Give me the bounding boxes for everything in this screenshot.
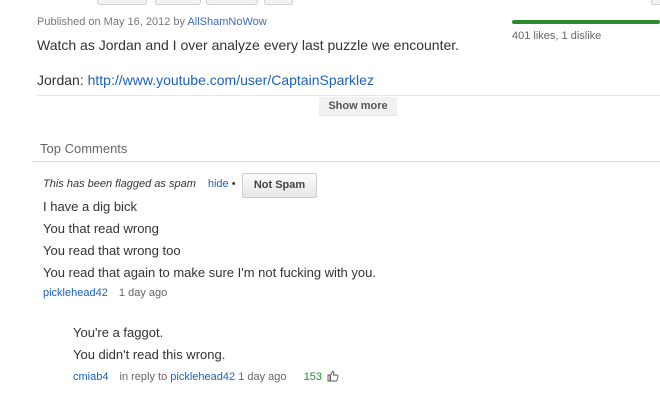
comment-line: You that read wrong xyxy=(43,221,159,236)
reply-author-link[interactable]: cmiab4 xyxy=(73,371,108,383)
comment-meta: picklehead42 1 day ago xyxy=(43,287,167,299)
description-line: Watch as Jordan and I over analyze every… xyxy=(37,37,460,53)
spam-flag-text: This has been flagged as spam xyxy=(43,178,196,190)
published-date: Published on May 16, 2012 by xyxy=(37,16,185,28)
toolbar-button-edge[interactable] xyxy=(651,0,660,5)
likes-ratio-bar xyxy=(512,20,660,24)
description-link[interactable]: http://www.youtube.com/user/CaptainSpark… xyxy=(88,72,374,88)
top-comments-heading: Top Comments xyxy=(40,141,128,156)
separator-dot: • xyxy=(231,178,236,190)
section-divider xyxy=(32,161,660,162)
show-more-divider: Show more xyxy=(37,95,660,118)
thumbs-up-icon[interactable] xyxy=(327,370,339,385)
toolbar-button-edge[interactable] xyxy=(264,0,293,5)
reply-time: 1 day ago xyxy=(238,371,287,383)
reply-meta: cmiab4 in reply to picklehead42 1 day ag… xyxy=(73,370,339,385)
in-reply-to-link[interactable]: picklehead42 xyxy=(170,371,235,383)
reply-line: You didn't read this wrong. xyxy=(73,347,226,362)
channel-link[interactable]: AllShamNoWow xyxy=(187,16,266,28)
comment-line: I have a dig bick xyxy=(43,199,137,214)
comment-line: You read that again to make sure I'm not… xyxy=(43,265,376,280)
comment-author-link[interactable]: picklehead42 xyxy=(43,287,108,299)
comment-line: You read that wrong too xyxy=(43,243,181,258)
show-more-button[interactable]: Show more xyxy=(319,97,397,116)
toolbar-button-edge[interactable] xyxy=(206,0,258,5)
description-label: Jordan: xyxy=(37,72,84,88)
not-spam-button[interactable]: Not Spam xyxy=(242,173,317,198)
published-info: Published on May 16, 2012 by AllShamNoWo… xyxy=(37,16,267,28)
vote-count: 153 xyxy=(303,371,322,383)
description-link-line: Jordan: http://www.youtube.com/user/Capt… xyxy=(37,72,374,88)
spam-flag-notice: This has been flagged as spam hide • xyxy=(43,178,236,190)
hide-link[interactable]: hide xyxy=(208,178,229,190)
comment-time: 1 day ago xyxy=(118,287,168,299)
likes-count: 401 likes, 1 dislike xyxy=(512,30,602,42)
reply-line: You're a faggot. xyxy=(73,325,164,340)
in-reply-to-label: in reply to xyxy=(119,371,168,383)
toolbar-button-edge[interactable] xyxy=(97,0,147,5)
toolbar-button-edge[interactable] xyxy=(155,0,201,5)
